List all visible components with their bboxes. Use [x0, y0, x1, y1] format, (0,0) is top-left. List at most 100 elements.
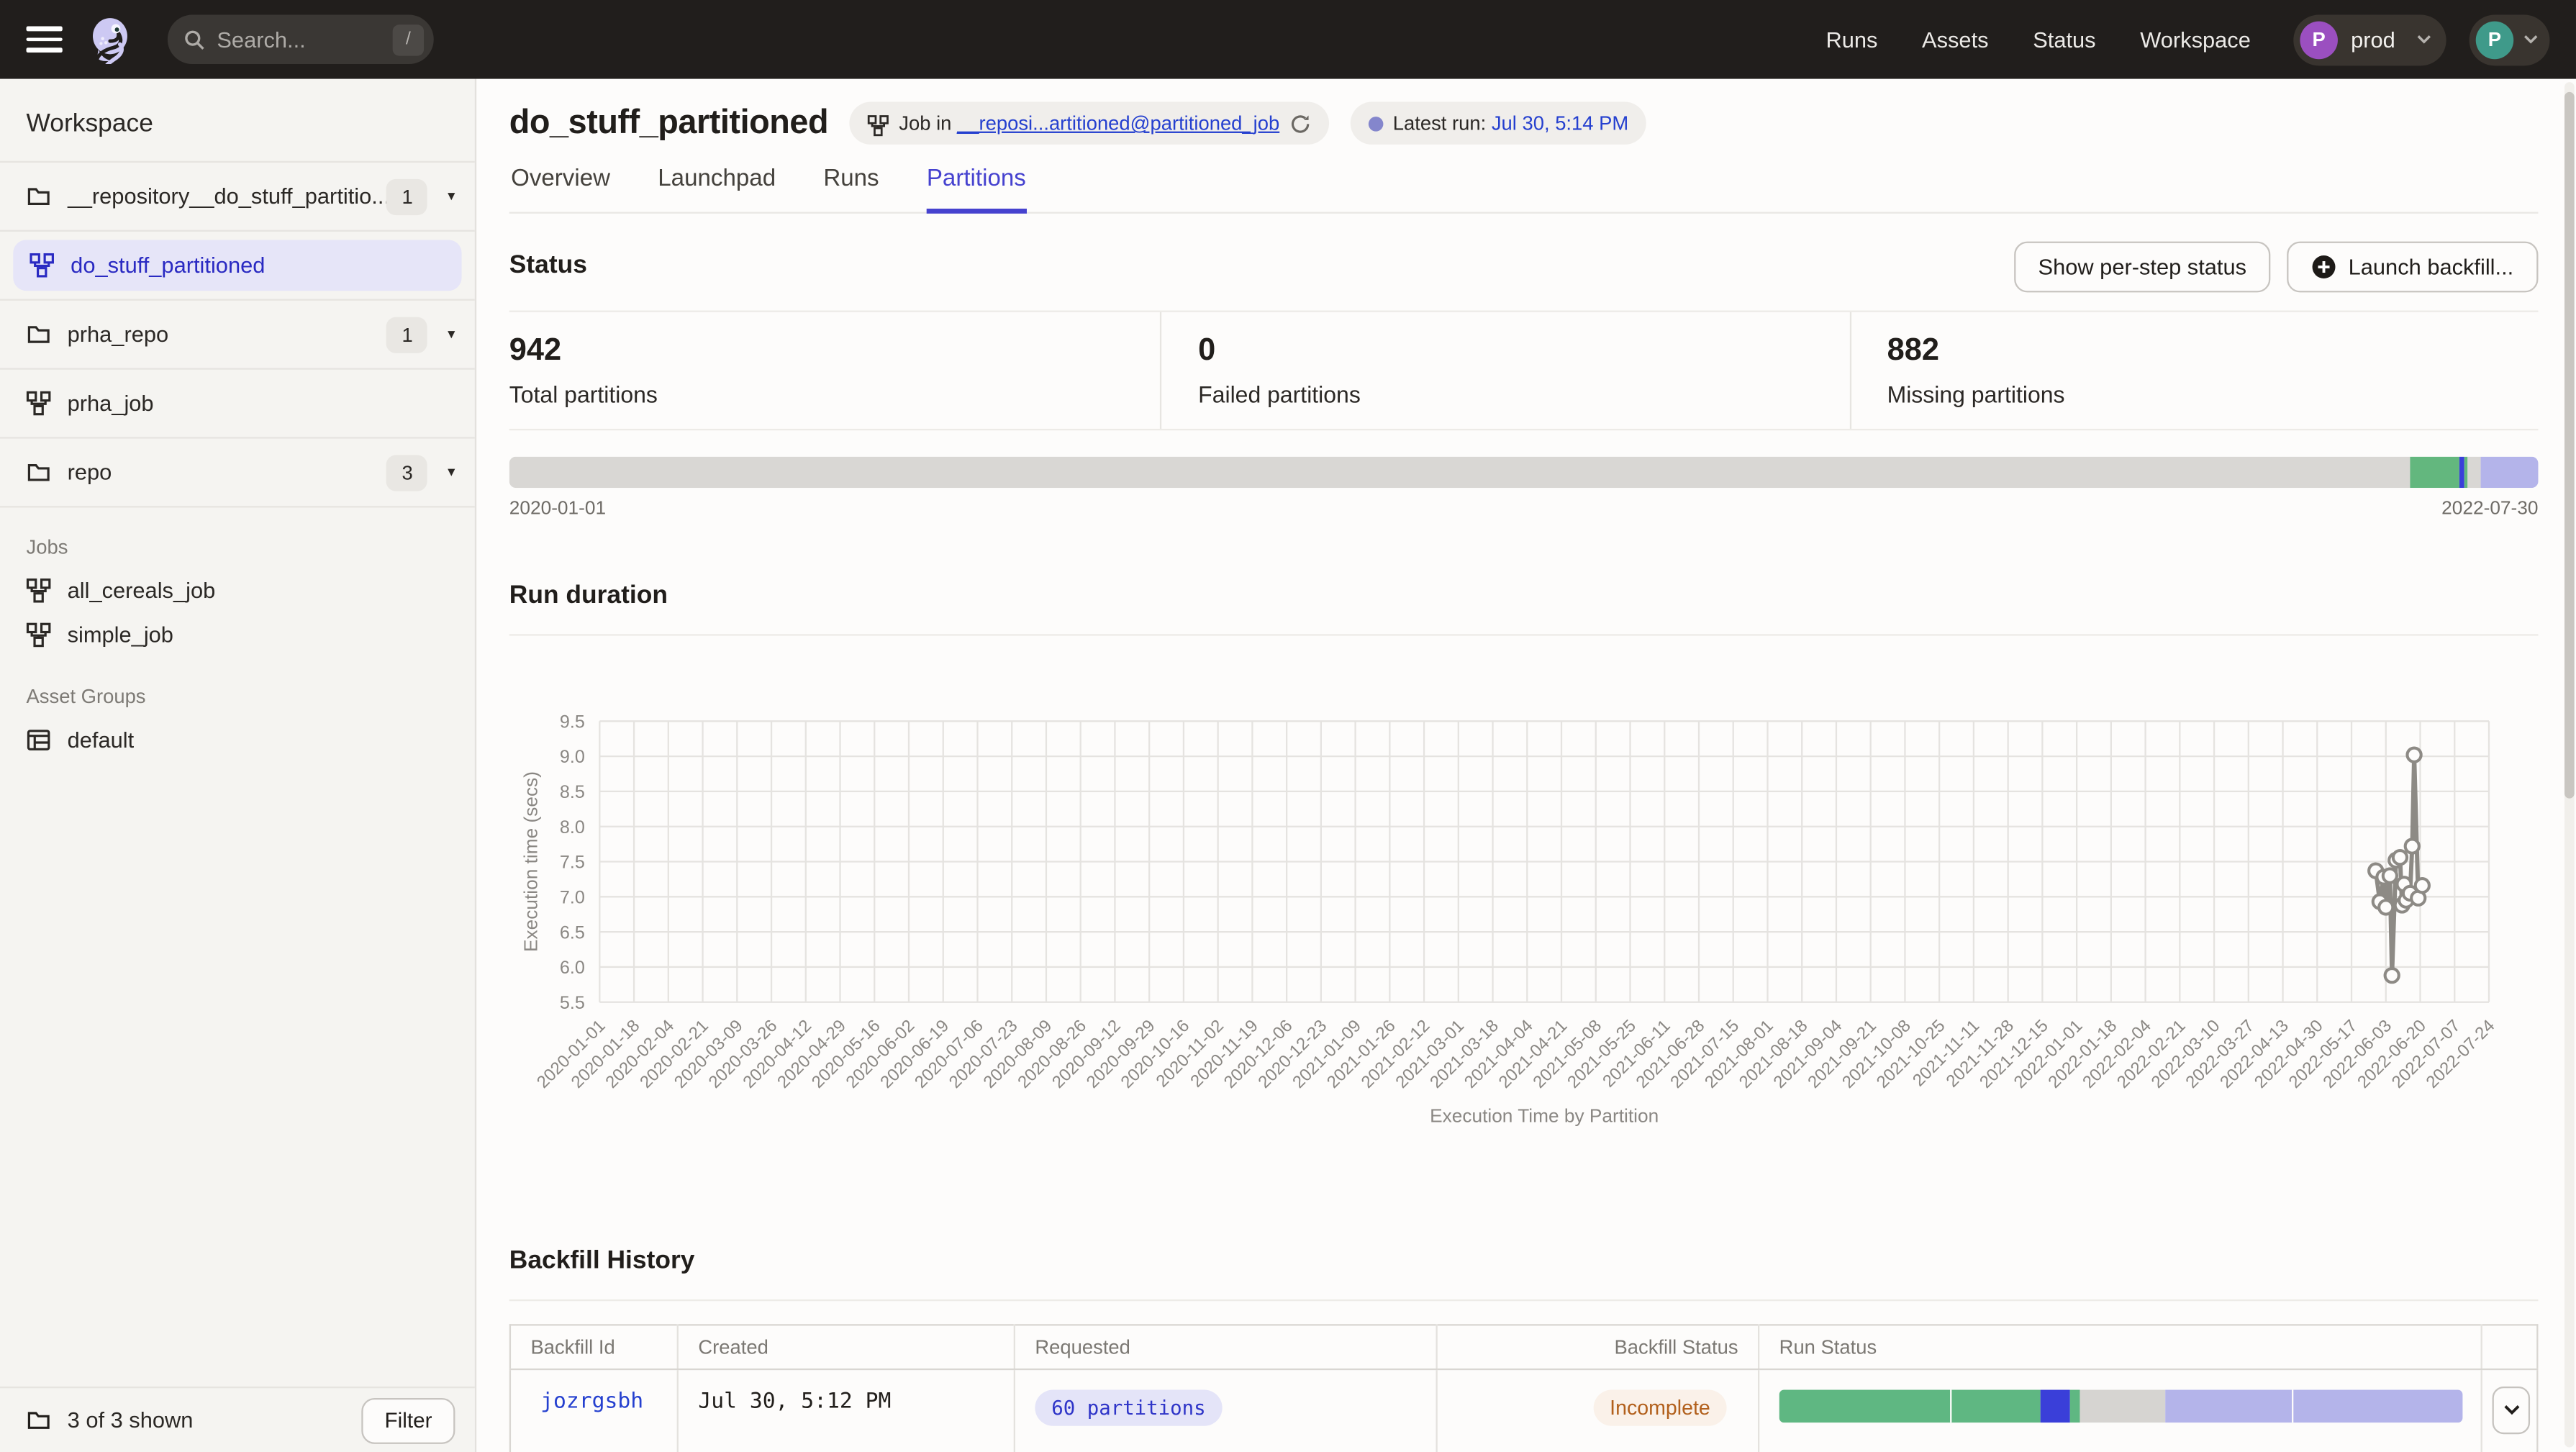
- partition-status-bar[interactable]: [509, 457, 2539, 488]
- deployment-avatar: P: [2300, 21, 2338, 59]
- bar-segment: [2411, 457, 2459, 488]
- table-header-row: Backfill IdCreatedRequestedBackfill Stat…: [510, 1325, 2537, 1369]
- sidebar-item-label: prha_job: [68, 391, 455, 415]
- page-title: do_stuff_partitioned: [509, 104, 828, 143]
- run-status-dot: [1369, 116, 1384, 131]
- workspace-list: __repository__do_stuff_partitio...1▾ do_s…: [0, 163, 475, 507]
- sidebar-item-label: __repository__do_stuff_partitio...: [68, 184, 387, 209]
- sidebar-item-label: default: [68, 727, 455, 752]
- main-scrollbar[interactable]: [2564, 82, 2575, 1447]
- sidebar-section-label: Asset Groups: [27, 685, 449, 708]
- sidebar-item-prha-repo[interactable]: prha_repo1▾: [0, 301, 475, 370]
- bar-segment: [2069, 1390, 2079, 1423]
- run-duration-section: Run duration 5.56.06.57.07.58.08.59.09.5…: [509, 581, 2539, 1158]
- sidebar-item-label: all_cereals_job: [68, 578, 455, 603]
- chevron-down-icon[interactable]: ▾: [448, 187, 455, 205]
- backfill-status-cell: Incomplete: [1437, 1369, 1759, 1452]
- tab-partitions[interactable]: Partitions: [927, 166, 1026, 214]
- folder-icon: [27, 322, 51, 346]
- chevron-down-icon: [2417, 35, 2432, 45]
- latest-run-link[interactable]: Jul 30, 5:14 PM: [1492, 112, 1628, 135]
- stat-label: Failed partitions: [1198, 381, 1849, 408]
- bar-segment: [2480, 457, 2538, 488]
- sidebar-item-all-cereals-job[interactable]: all_cereals_job: [0, 568, 475, 613]
- column-header-requested: Requested: [1015, 1325, 1437, 1369]
- job-icon: [27, 578, 51, 603]
- sidebar-section-label: Jobs: [27, 535, 449, 558]
- sidebar-title: Workspace: [0, 79, 475, 163]
- job-icon: [868, 112, 889, 134]
- stat-total-partitions: 942Total partitions: [509, 312, 1161, 429]
- user-menu[interactable]: P: [2470, 14, 2550, 65]
- topnav-link-status[interactable]: Status: [2033, 27, 2095, 52]
- sidebar-item-do-stuff-partitioned[interactable]: do_stuff_partitioned: [0, 240, 475, 300]
- reload-icon[interactable]: [1289, 112, 1311, 134]
- bar-segment: [509, 457, 2411, 488]
- backfill-requested-cell: 60 partitions 2020-01-01 2022-07-30: [1015, 1369, 1437, 1452]
- tab-overview[interactable]: Overview: [511, 166, 610, 214]
- page-header: do_stuff_partitioned Job in __reposi...a…: [509, 79, 2539, 145]
- asset-group-icon: [27, 727, 51, 752]
- requested-partitions-chip[interactable]: 60 partitions: [1035, 1390, 1222, 1426]
- stat-label: Total partitions: [509, 381, 1161, 408]
- plus-circle-icon: [2312, 254, 2336, 278]
- shown-count: 3 of 3 shown: [68, 1408, 362, 1433]
- backfill-history-table: Backfill IdCreatedRequestedBackfill Stat…: [509, 1324, 2539, 1452]
- hamburger-menu-icon[interactable]: [27, 27, 63, 53]
- topnav-link-assets[interactable]: Assets: [1922, 27, 1989, 52]
- bar-segment: [2165, 1390, 2292, 1423]
- deployment-switcher[interactable]: P prod: [2293, 14, 2446, 65]
- stat-label: Missing partitions: [1887, 381, 2539, 408]
- workspace-sections: Jobs all_cereals_job simple_job Asset Group…: [0, 535, 475, 762]
- latest-run-badge: Latest run: Jul 30, 5:14 PM: [1350, 102, 1646, 145]
- backfill-created: Jul 30, 5:12 PM: [678, 1369, 1015, 1452]
- sidebar-item-default[interactable]: default: [0, 718, 475, 763]
- search-input[interactable]: Search... /: [168, 15, 434, 64]
- backfill-id-link[interactable]: jozrgsbh: [510, 1369, 678, 1452]
- chevron-down-icon: [2503, 1405, 2519, 1416]
- topnav-links: Runs Assets Status Workspace: [1782, 27, 2251, 52]
- status-section-header: Status Show per-step status Launch backf…: [509, 240, 2539, 292]
- deployment-name: prod: [2351, 27, 2395, 52]
- search-icon: [184, 29, 206, 50]
- job-icon: [27, 391, 51, 415]
- chevron-down-icon[interactable]: ▾: [448, 463, 455, 481]
- show-per-step-status-button[interactable]: Show per-step status: [2013, 240, 2271, 291]
- stat-missing-partitions: 882Missing partitions: [1849, 312, 2538, 429]
- folder-icon: [27, 460, 51, 484]
- run-status-bar[interactable]: [1779, 1390, 2463, 1423]
- chevron-down-icon[interactable]: ▾: [448, 325, 455, 343]
- topnav-link-workspace[interactable]: Workspace: [2140, 27, 2251, 52]
- sidebar-item-repo[interactable]: repo3▾: [0, 439, 475, 508]
- user-avatar: P: [2476, 21, 2514, 59]
- column-header-run-status: Run Status: [1759, 1325, 2482, 1369]
- stat-value: 0: [1198, 333, 1849, 369]
- scrollbar-thumb[interactable]: [2564, 92, 2575, 799]
- job-origin-badge: Job in __reposi...artitioned@partitioned…: [850, 102, 1329, 145]
- bar-segment: [2292, 1390, 2462, 1423]
- job-tabs: Overview Launchpad Runs Partitions: [509, 166, 2539, 214]
- sidebar-item-repository-do-stuff-partitio[interactable]: __repository__do_stuff_partitio...1▾: [0, 163, 475, 232]
- dagster-logo-icon[interactable]: [87, 15, 136, 64]
- sidebar-item-simple-job[interactable]: simple_job: [0, 613, 475, 658]
- bar-segment: [2041, 1390, 2069, 1423]
- filter-button[interactable]: Filter: [362, 1397, 455, 1443]
- expand-row-button[interactable]: [2493, 1387, 2531, 1434]
- job-origin-link[interactable]: __reposi...artitioned@partitioned_job: [957, 112, 1279, 135]
- sidebar-item-prha-job[interactable]: prha_job: [0, 370, 475, 439]
- tab-runs[interactable]: Runs: [823, 166, 879, 214]
- column-header-backfill-status: Backfill Status: [1437, 1325, 1759, 1369]
- svg-text:5.5: 5.5: [560, 993, 585, 1013]
- run-duration-chart[interactable]: 5.56.06.57.07.58.08.59.09.52020-01-01202…: [509, 702, 2539, 1158]
- svg-text:9.5: 9.5: [560, 712, 585, 732]
- sidebar-item-label: prha_repo: [68, 322, 387, 346]
- column-header-created: Created: [678, 1325, 1015, 1369]
- partition-status-bar-wrap: 2020-01-01 2022-07-30: [509, 457, 2539, 519]
- launch-backfill-button[interactable]: Launch backfill...: [2287, 240, 2538, 291]
- backfill-history-section: Backfill History Backfill IdCreatedReque…: [509, 1247, 2539, 1452]
- topnav-link-runs[interactable]: Runs: [1826, 27, 1877, 52]
- tab-launchpad[interactable]: Launchpad: [658, 166, 776, 214]
- job-icon: [30, 253, 54, 278]
- chevron-down-icon: [2523, 35, 2539, 45]
- status-actions: Show per-step status Launch backfill...: [2013, 240, 2538, 291]
